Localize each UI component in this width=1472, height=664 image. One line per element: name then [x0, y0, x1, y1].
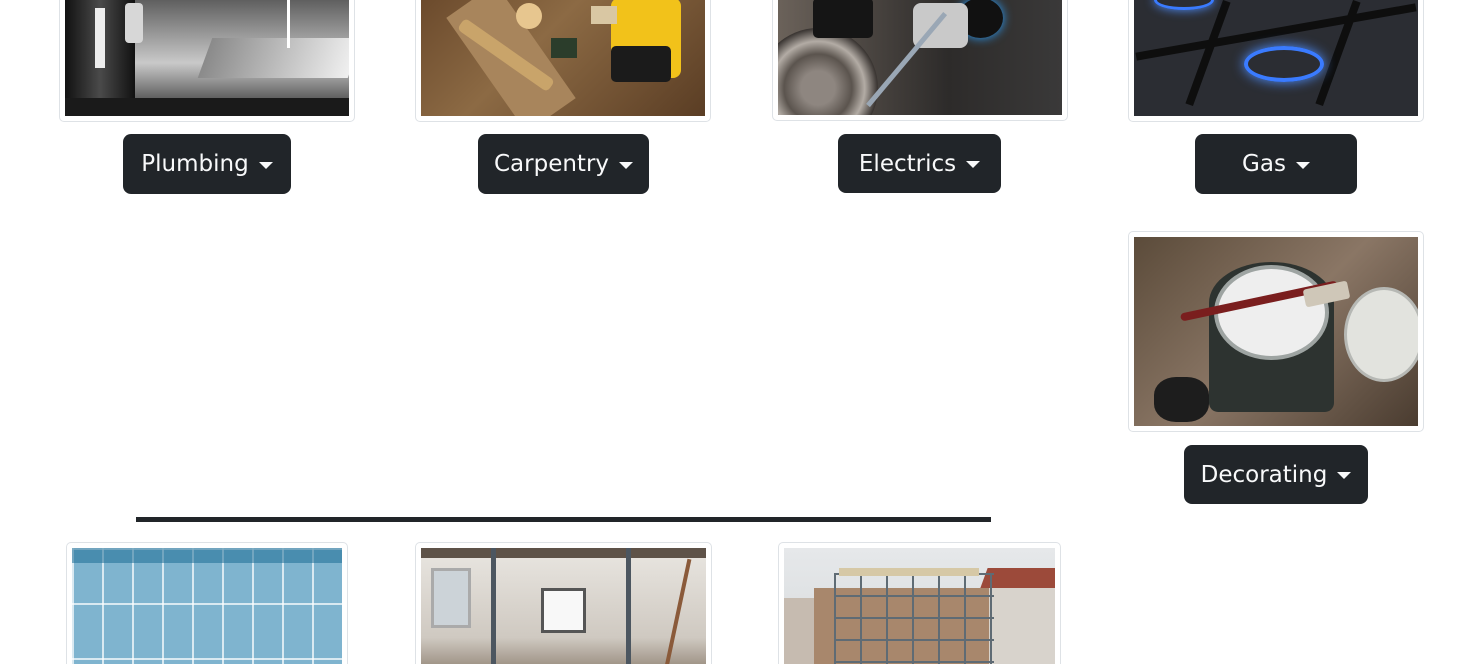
decorating-button-label: Decorating: [1200, 461, 1328, 488]
gas-image: [1128, 0, 1424, 122]
carpentry-button-label: Carpentry: [493, 151, 610, 177]
gas-dropdown-button[interactable]: Gas: [1195, 134, 1357, 194]
renovation-image: [415, 542, 712, 664]
caret-down-icon: [966, 161, 981, 168]
gas-button-label: Gas: [1242, 151, 1286, 177]
tiling-image: [66, 542, 348, 664]
electrics-button-label: Electrics: [858, 150, 957, 177]
electrics-dropdown-button[interactable]: Electrics: [838, 134, 1001, 193]
decorating-dropdown-button[interactable]: Decorating: [1184, 445, 1368, 504]
carpentry-dropdown-button[interactable]: Carpentry: [478, 134, 649, 194]
caret-down-icon: [1337, 472, 1352, 479]
plumbing-dropdown-button[interactable]: Plumbing: [123, 134, 291, 194]
carpentry-image: [415, 0, 711, 122]
plumbing-button-label: Plumbing: [141, 151, 249, 177]
caret-down-icon: [1295, 161, 1310, 169]
section-divider: [136, 517, 991, 522]
services-page: Plumbing Carpentry Electrics Gas Decorat…: [0, 0, 1472, 664]
decorating-image: [1128, 231, 1424, 432]
electrics-image: [772, 0, 1068, 121]
building-image: [778, 542, 1061, 664]
caret-down-icon: [258, 161, 273, 169]
caret-down-icon: [619, 161, 634, 169]
plumbing-image: [59, 0, 355, 122]
